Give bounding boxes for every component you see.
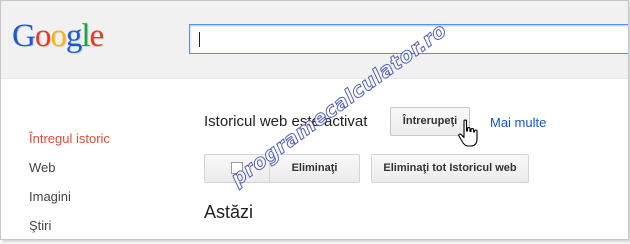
search-input[interactable]: [189, 24, 628, 54]
logo-letter: l: [81, 18, 90, 54]
more-link[interactable]: Mai multe: [490, 115, 546, 130]
text-caret: [199, 32, 200, 47]
delete-button[interactable]: Eliminaţi: [269, 154, 360, 183]
section-title-today: Astăzi: [204, 202, 254, 222]
hand-cursor-icon: [458, 119, 478, 147]
google-logo[interactable]: Google: [12, 16, 105, 56]
history-status-text: Istoricul web este activat: [204, 113, 368, 130]
delete-all-history-button[interactable]: Eliminaţi tot Istoricul web: [371, 154, 529, 183]
select-all-checkbox-button[interactable]: [204, 154, 270, 183]
logo-letter: G: [12, 18, 36, 54]
sidebar-nav: Întregul istoric Web Imagini Ştiri: [29, 130, 110, 239]
sidebar-item-news[interactable]: Ştiri: [29, 217, 110, 239]
sidebar-item-images[interactable]: Imagini: [29, 188, 110, 217]
logo-letter: o: [34, 18, 51, 54]
sidebar-item-web[interactable]: Web: [29, 159, 110, 188]
browser-frame: Google Întregul istoric Web Imagini Ştir…: [0, 0, 629, 240]
header-bar: Google: [1, 1, 628, 79]
select-all-checkbox[interactable]: [231, 162, 243, 174]
logo-letter: g: [65, 18, 82, 54]
sidebar-item-all-history[interactable]: Întregul istoric: [29, 130, 110, 159]
logo-letter: e: [89, 18, 105, 54]
logo-letter: o: [50, 18, 66, 54]
